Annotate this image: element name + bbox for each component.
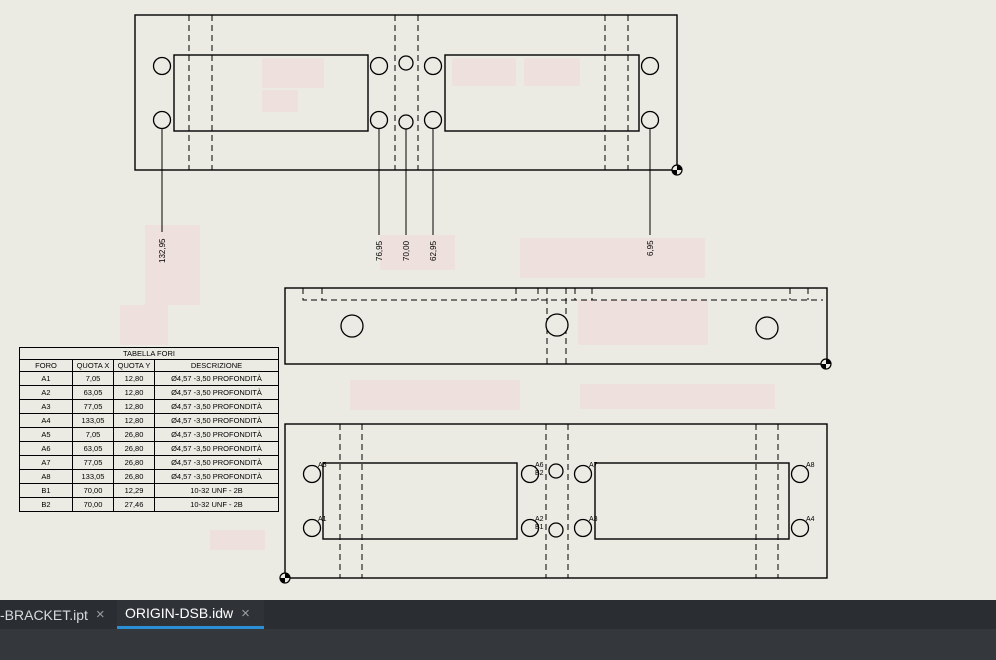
status-bar bbox=[0, 629, 996, 660]
table-row: A4 133,05 12,80 Ø4,57 -3,50 PROFONDITÀ bbox=[19, 413, 279, 428]
document-tab-bar: -BRACKET.ipt × ORIGIN-DSB.idw × bbox=[0, 600, 996, 629]
hole-tag-a4: A4 bbox=[806, 516, 815, 523]
table-row: B2 70,00 27,46 10-32 UNF - 2B bbox=[19, 497, 279, 512]
table-row: A3 77,05 12,80 Ø4,57 -3,50 PROFONDITÀ bbox=[19, 399, 279, 414]
hole-tag-a2: A2 bbox=[535, 516, 544, 523]
table-cell: 26,80 bbox=[113, 427, 155, 442]
col-header-foro: FORO bbox=[19, 359, 73, 372]
dimension-6-95: 6,95 bbox=[646, 240, 655, 256]
drawing-sheet[interactable]: 132,95 76,95 70,00 62,95 6,95 A5 A6 B2 A… bbox=[0, 0, 996, 600]
origin-marker-icon bbox=[671, 164, 683, 176]
table-cell: 12,29 bbox=[113, 483, 155, 498]
origin-marker-icon bbox=[820, 358, 832, 370]
table-cell: Ø4,57 -3,50 PROFONDITÀ bbox=[154, 413, 279, 428]
bottom-view[interactable]: A5 A6 B2 A7 A8 A1 A2 B1 A3 A4 bbox=[279, 423, 828, 584]
table-cell: Ø4,57 -3,50 PROFONDITÀ bbox=[154, 385, 279, 400]
table-cell: Ø4,57 -3,50 PROFONDITÀ bbox=[154, 455, 279, 470]
table-cell: 70,00 bbox=[72, 483, 114, 498]
table-cell: 26,80 bbox=[113, 469, 155, 484]
table-cell: 133,05 bbox=[72, 469, 114, 484]
tab-origin-dsb-idw[interactable]: ORIGIN-DSB.idw × bbox=[117, 600, 264, 629]
table-cell: 133,05 bbox=[72, 413, 114, 428]
dimension-70-00: 70,00 bbox=[402, 240, 411, 261]
hole-tag-a7: A7 bbox=[589, 462, 598, 469]
table-cell: A3 bbox=[19, 399, 73, 414]
table-cell: 12,80 bbox=[113, 385, 155, 400]
table-cell: A8 bbox=[19, 469, 73, 484]
table-cell: A5 bbox=[19, 427, 73, 442]
table-cell: Ø4,57 -3,50 PROFONDITÀ bbox=[154, 399, 279, 414]
table-row: A1 7,05 12,80 Ø4,57 -3,50 PROFONDITÀ bbox=[19, 371, 279, 386]
table-cell: 77,05 bbox=[72, 455, 114, 470]
hole-table-body: A1 7,05 12,80 Ø4,57 -3,50 PROFONDITÀ A2 63,05… bbox=[19, 371, 279, 512]
hole-tag-b2: B2 bbox=[535, 470, 544, 477]
table-cell: A7 bbox=[19, 455, 73, 470]
table-cell: A4 bbox=[19, 413, 73, 428]
table-cell: 63,05 bbox=[72, 441, 114, 456]
table-cell: 70,00 bbox=[72, 497, 114, 512]
table-row: A5 7,05 26,80 Ø4,57 -3,50 PROFONDITÀ bbox=[19, 427, 279, 442]
dimension-76-95: 76,95 bbox=[375, 240, 384, 261]
hole-table[interactable]: TABELLA FORI FORO QUOTA X QUOTA Y DESCRI… bbox=[19, 347, 279, 512]
tab-bracket-ipt[interactable]: -BRACKET.ipt × bbox=[0, 600, 113, 629]
close-icon[interactable]: × bbox=[241, 605, 250, 622]
table-cell: 10-32 UNF - 2B bbox=[154, 497, 279, 512]
table-cell: A6 bbox=[19, 441, 73, 456]
table-cell: B1 bbox=[19, 483, 73, 498]
table-cell: 7,05 bbox=[72, 427, 114, 442]
table-cell: Ø4,57 -3,50 PROFONDITÀ bbox=[154, 469, 279, 484]
table-cell: 12,80 bbox=[113, 371, 155, 386]
table-cell: Ø4,57 -3,50 PROFONDITÀ bbox=[154, 371, 279, 386]
table-cell: 10-32 UNF - 2B bbox=[154, 483, 279, 498]
tab-label: ORIGIN-DSB.idw bbox=[125, 605, 234, 621]
hole-tag-a8: A8 bbox=[806, 462, 815, 469]
hole-tag-a1: A1 bbox=[318, 516, 327, 523]
origin-marker-icon bbox=[279, 572, 291, 584]
table-row: A6 63,05 26,80 Ø4,57 -3,50 PROFONDITÀ bbox=[19, 441, 279, 456]
table-row: B1 70,00 12,29 10-32 UNF - 2B bbox=[19, 483, 279, 498]
table-cell: A1 bbox=[19, 371, 73, 386]
hole-tag-a3: A3 bbox=[589, 516, 598, 523]
table-cell: A2 bbox=[19, 385, 73, 400]
table-cell: 77,05 bbox=[72, 399, 114, 414]
close-icon[interactable]: × bbox=[96, 606, 105, 623]
table-cell: 26,80 bbox=[113, 441, 155, 456]
front-view[interactable] bbox=[284, 287, 832, 370]
table-cell: 26,80 bbox=[113, 455, 155, 470]
dimension-62-95: 62,95 bbox=[429, 240, 438, 261]
tab-label: -BRACKET.ipt bbox=[0, 606, 88, 623]
table-row: A8 133,05 26,80 Ø4,57 -3,50 PROFONDITÀ bbox=[19, 469, 279, 484]
hole-tag-b1: B1 bbox=[535, 524, 544, 531]
table-cell: 7,05 bbox=[72, 371, 114, 386]
col-header-quota-x: QUOTA X bbox=[72, 359, 114, 372]
hole-table-title: TABELLA FORI bbox=[19, 347, 279, 360]
table-cell: Ø4,57 -3,50 PROFONDITÀ bbox=[154, 441, 279, 456]
table-cell: Ø4,57 -3,50 PROFONDITÀ bbox=[154, 427, 279, 442]
table-row: A7 77,05 26,80 Ø4,57 -3,50 PROFONDITÀ bbox=[19, 455, 279, 470]
table-cell: 27,46 bbox=[113, 497, 155, 512]
hole-tag-a5: A5 bbox=[318, 462, 327, 469]
col-header-quota-y: QUOTA Y bbox=[113, 359, 155, 372]
col-header-descrizione: DESCRIZIONE bbox=[154, 359, 279, 372]
dimension-132-95: 132,95 bbox=[158, 238, 167, 263]
table-cell: B2 bbox=[19, 497, 73, 512]
table-row: A2 63,05 12,80 Ø4,57 -3,50 PROFONDITÀ bbox=[19, 385, 279, 400]
table-cell: 12,80 bbox=[113, 399, 155, 414]
table-cell: 12,80 bbox=[113, 413, 155, 428]
hole-tag-a6: A6 bbox=[535, 462, 544, 469]
table-cell: 63,05 bbox=[72, 385, 114, 400]
top-view[interactable] bbox=[134, 14, 683, 176]
